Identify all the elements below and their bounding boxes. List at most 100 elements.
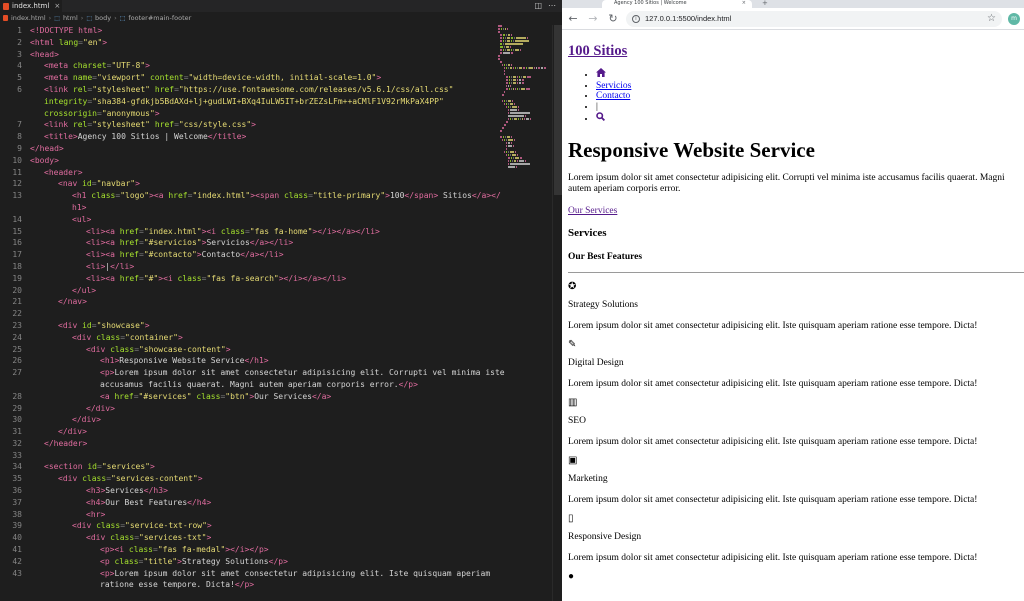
code-line[interactable]: 14 <ul>: [0, 214, 495, 226]
code-area[interactable]: 1 <!DOCTYPE html> 2 <html lang="en"> 3 <head>…: [0, 25, 504, 591]
code-line[interactable]: 29 </div>: [0, 403, 495, 415]
code-line[interactable]: 15 <li><a href="index.html"><i class="fas…: [0, 226, 495, 238]
code-token: </a></li>: [249, 238, 294, 248]
services-subheading: Our Best Features: [568, 251, 643, 262]
code-line[interactable]: 10 <body>: [0, 155, 495, 167]
close-icon[interactable]: ×: [54, 2, 60, 10]
line-number: 9: [17, 143, 22, 153]
code-token: <li><a: [86, 273, 120, 283]
code-line[interactable]: 27 <p>Lorem ipsum dolor sit amet consecte…: [0, 367, 504, 379]
search-icon[interactable]: [596, 112, 606, 124]
code-line[interactable]: 24 <div class="container">: [0, 332, 495, 344]
new-tab-button[interactable]: +: [762, 0, 768, 7]
breadcrumb-item[interactable]: html: [63, 14, 78, 22]
minimap[interactable]: [498, 25, 547, 195]
code-line[interactable]: 37 <h4>Our Best Features</h4>: [0, 497, 495, 509]
code-line[interactable]: 4 <meta charset="UTF-8">: [0, 60, 495, 72]
code-line[interactable]: 38 <hr>: [0, 509, 495, 521]
minimap-segment: [506, 151, 507, 153]
minimap-row: [498, 148, 546, 150]
code-line[interactable]: 33: [0, 450, 495, 462]
code-line[interactable]: 21 </nav>: [0, 296, 495, 308]
breadcrumb-item[interactable]: body: [95, 14, 111, 22]
code-line[interactable]: 12 <nav id="navbar">: [0, 178, 495, 190]
line-number: [0, 379, 30, 391]
editor-tab-index-html[interactable]: index.html ×: [0, 0, 62, 12]
code-line[interactable]: 17 <li><a href="#contacto">Contacto</a></…: [0, 249, 495, 261]
line-text: <div id="showcase">: [30, 320, 150, 332]
code-line[interactable]: 32 </header>: [0, 438, 495, 450]
code-line[interactable]: 30 </div>: [0, 414, 495, 426]
minimap-segment: [511, 136, 512, 138]
code-line[interactable]: accusamus facilis quaerat. Magni autem a…: [0, 379, 495, 391]
line-number: 14: [12, 214, 22, 224]
code-line[interactable]: 8 <title>Agency 100 Sitios | Welcome</tit…: [0, 131, 495, 143]
code-line[interactable]: 13 <h1 class="logo"><a href="index.html">…: [0, 190, 500, 202]
home-icon[interactable]: [596, 68, 606, 80]
code-line[interactable]: 34 <section id="services">: [0, 461, 495, 473]
code-line[interactable]: 43 <p>Lorem ipsum dolor sit amet consecte…: [0, 568, 495, 580]
code-line[interactable]: integrity="sha384-gfdkjb5BdAXd+lj+gudLWI…: [0, 96, 495, 108]
profile-avatar[interactable]: m: [1008, 12, 1020, 25]
code-line[interactable]: 40 <div class="services-txt">: [0, 532, 495, 544]
more-actions-icon[interactable]: ⋯: [548, 1, 556, 11]
close-icon[interactable]: ×: [742, 0, 746, 6]
address-bar[interactable]: i 127.0.0.1:5500/index.html ☆: [626, 10, 1002, 27]
url-text[interactable]: 127.0.0.1:5500/index.html: [645, 14, 731, 23]
minimap-segment: [526, 88, 530, 90]
code-line[interactable]: 35 <div class="services-content">: [0, 473, 495, 485]
breadcrumb-item[interactable]: index.html: [11, 14, 46, 22]
code-line[interactable]: 39 <div class="service-txt-row">: [0, 520, 495, 532]
code-line[interactable]: 9 </head>: [0, 143, 495, 155]
bookmark-star-icon[interactable]: ☆: [987, 12, 996, 26]
code-line[interactable]: 7 <link rel="stylesheet" href="css/style.…: [0, 119, 495, 131]
code-line[interactable]: 42 <p class="title">Strategy Solutions</p…: [0, 556, 495, 568]
minimap-segment: [501, 28, 502, 30]
code-line[interactable]: 1 <!DOCTYPE html>: [0, 25, 495, 37]
code-line[interactable]: h1>: [0, 202, 495, 214]
minimap-segment: [502, 139, 503, 141]
code-editor[interactable]: index.html × ◫ ⋯ index.html › ⬚ html › ⬚…: [0, 0, 562, 601]
nav-link-contacto[interactable]: Contacto: [596, 91, 630, 101]
code-line[interactable]: 3 <head>: [0, 49, 495, 61]
code-line[interactable]: 19 <li><a href="#"><i class="fas fa-searc…: [0, 273, 495, 285]
code-line[interactable]: 18 <li>|</li>: [0, 261, 495, 273]
line-number: 12: [12, 179, 22, 189]
minimap-segment: [511, 37, 513, 39]
our-services-link[interactable]: Our Services: [568, 206, 1024, 216]
split-editor-icon[interactable]: ◫: [534, 1, 542, 11]
service-item: ✎ Digital Design Lorem ipsum dolor sit ame…: [568, 339, 1024, 389]
nav-link-servicios[interactable]: Servicios: [596, 81, 631, 91]
chevron-right-icon: ›: [80, 14, 84, 22]
code-token: "index.html": [192, 191, 251, 201]
code-line[interactable]: 22: [0, 308, 495, 320]
back-button[interactable]: ←: [566, 12, 580, 26]
code-line[interactable]: ratione esse tempore. Dicta!</p>: [0, 579, 495, 591]
code-line[interactable]: 23 <div id="showcase">: [0, 320, 495, 332]
code-line[interactable]: 41 <p><i class="fas fa-medal"></i></p>: [0, 544, 495, 556]
code-line[interactable]: 2 <html lang="en">: [0, 37, 495, 49]
code-line[interactable]: 6 <link rel="stylesheet" href="https://us…: [0, 84, 495, 96]
code-line[interactable]: 26 <h1>Responsive Website Service</h1>: [0, 355, 495, 367]
code-line[interactable]: 16 <li><a href="#servicios">Servicios</a>…: [0, 237, 495, 249]
code-line[interactable]: 20 </ul>: [0, 285, 495, 297]
logo-link[interactable]: 100 Sitios: [568, 43, 1024, 60]
code-line[interactable]: 25 <div class="showcase-content">: [0, 344, 495, 356]
code-line[interactable]: 28 <a href="#services" class="btn">Our Se…: [0, 391, 495, 403]
reload-button[interactable]: ↻: [606, 12, 620, 26]
code-line[interactable]: 36 <h3>Services</h3>: [0, 485, 495, 497]
minimap-segment: [508, 154, 509, 156]
code-line[interactable]: crossorigin="anonymous">: [0, 108, 495, 120]
code-line[interactable]: 11 <header>: [0, 167, 495, 179]
forward-button[interactable]: →: [586, 12, 600, 26]
breadcrumb-item[interactable]: footer#main-footer: [128, 14, 191, 22]
code-token: Lorem ipsum dolor sit amet consectetur a…: [114, 568, 491, 578]
code-line[interactable]: 31 </div>: [0, 426, 495, 438]
browser-tab[interactable]: Agency 100 Sitios | Welcome ×: [602, 0, 752, 8]
code-line[interactable]: 5 <meta name="viewport" content="width=de…: [0, 72, 495, 84]
editor-scrollbar[interactable]: [552, 25, 562, 601]
scrollbar-thumb[interactable]: [554, 25, 562, 195]
minimap-row: [498, 166, 546, 168]
info-icon[interactable]: i: [632, 14, 640, 23]
minimap-segment: [505, 37, 506, 39]
